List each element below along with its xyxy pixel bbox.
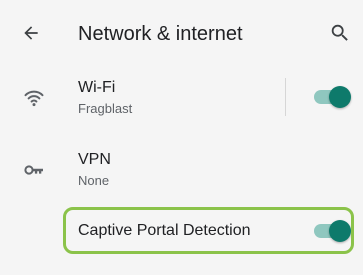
highlight-outline: [63, 207, 354, 254]
wifi-toggle-thumb: [329, 86, 351, 108]
wifi-setting-row[interactable]: Wi-Fi Fragblast: [0, 70, 363, 128]
wifi-toggle-switch[interactable]: [312, 85, 352, 109]
wifi-summary: Fragblast: [78, 101, 133, 116]
back-arrow-icon: [24, 26, 38, 40]
wifi-divider: [285, 78, 286, 116]
wifi-icon: [20, 84, 48, 112]
wifi-title: Wi-Fi: [78, 79, 116, 96]
search-icon: [331, 24, 348, 41]
vpn-summary: None: [78, 173, 110, 188]
vpn-title: VPN: [78, 151, 111, 168]
app-bar: Network & internet: [0, 0, 363, 68]
back-button[interactable]: [16, 18, 46, 48]
vpn-setting-row[interactable]: VPN None: [0, 138, 363, 196]
page-title: Network & internet: [78, 23, 243, 45]
vpn-key-icon: [20, 156, 48, 184]
search-button[interactable]: [325, 18, 355, 48]
